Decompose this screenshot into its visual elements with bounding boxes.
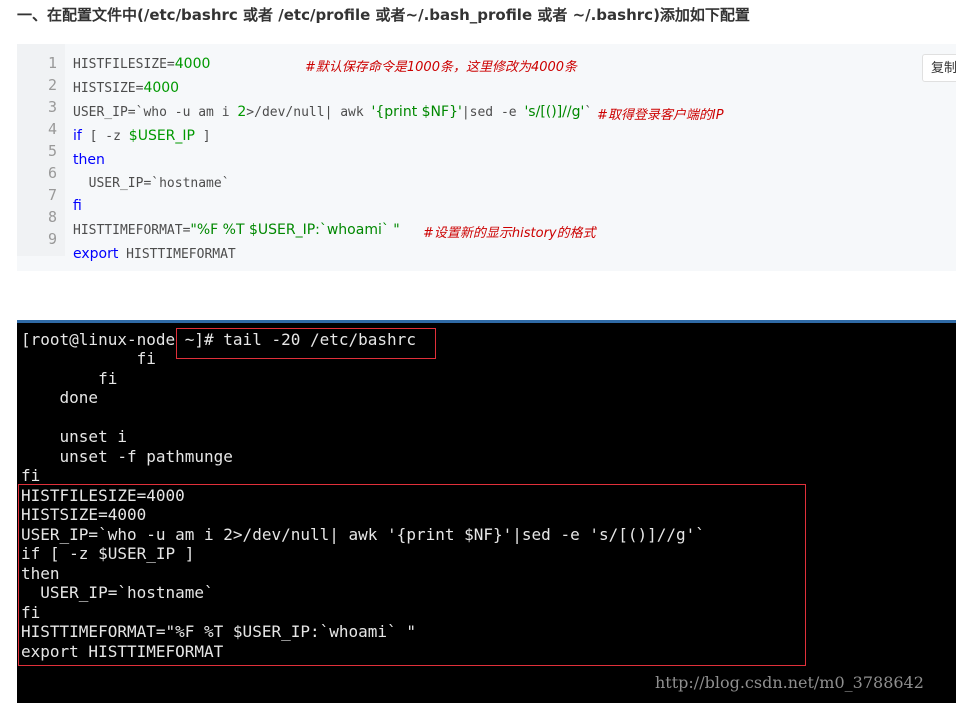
- code-text: >/dev/null| awk: [246, 105, 372, 120]
- terminal-screenshot: [root@linux-node ~]# tail -20 /etc/bashr…: [17, 320, 956, 703]
- code-text: USER_IP=`who -u am i: [73, 105, 238, 120]
- code-text: ]: [194, 129, 211, 144]
- code-line: HISTTIMEFORMAT="%F %T $USER_IP:`whoami` …: [73, 222, 400, 238]
- line-number: 5: [47, 142, 57, 160]
- terminal-line: fi: [21, 466, 41, 485]
- code-text: HISTFILESIZE=: [73, 57, 175, 72]
- code-number: 4000: [143, 80, 180, 96]
- code-keyword: export: [73, 246, 119, 262]
- code-line: HISTSIZE=4000: [73, 80, 179, 96]
- code-keyword: then: [73, 152, 105, 168]
- code-comment: #默认保存命令是1000条，这里修改为4000条: [305, 60, 578, 75]
- code-line: export HISTTIMEFORMAT: [73, 246, 236, 262]
- code-line: USER_IP=`hostname`: [73, 176, 230, 191]
- code-line: then: [73, 152, 105, 168]
- code-text: `: [584, 105, 593, 120]
- code-text: HISTTIMEFORMAT=: [73, 223, 191, 238]
- terminal-line: fi: [21, 369, 118, 388]
- code-string: 's/[()]//g': [524, 104, 585, 120]
- line-number: 4: [47, 120, 57, 138]
- code-text: [ -z: [81, 129, 129, 144]
- code-text: HISTSIZE=: [73, 81, 144, 96]
- code-text: HISTTIMEFORMAT: [118, 247, 236, 262]
- line-number: 3: [47, 98, 57, 116]
- line-number: 9: [47, 230, 57, 248]
- code-line: HISTFILESIZE=4000: [73, 56, 210, 72]
- code-variable: $USER_IP: [128, 128, 195, 144]
- line-number-gutter: 1 2 3 4 5 6 7 8 9: [17, 44, 65, 256]
- config-highlight-box: [18, 484, 806, 666]
- section-heading: 一、在配置文件中(/etc/bashrc 或者 /etc/profile 或者~…: [17, 6, 750, 24]
- code-text: |sed -e: [461, 105, 525, 120]
- line-number: 1: [47, 54, 57, 72]
- line-number: 8: [47, 208, 57, 226]
- code-string: '{print $NF}': [371, 104, 462, 120]
- copy-button[interactable]: 复制: [922, 54, 956, 82]
- terminal-line: unset -f pathmunge: [21, 447, 233, 466]
- code-keyword: if: [73, 128, 82, 144]
- watermark: http://blog.csdn.net/m0_3788642: [655, 673, 924, 692]
- terminal-line: unset i: [21, 427, 127, 446]
- code-line: USER_IP=`who -u am i 2>/dev/null| awk '{…: [73, 104, 592, 120]
- code-string: "%F %T $USER_IP:`whoami` ": [190, 222, 400, 238]
- terminal-line: done: [21, 388, 99, 407]
- code-keyword: fi: [73, 198, 82, 214]
- code-number: 2: [237, 104, 247, 120]
- terminal-line: fi: [21, 349, 156, 368]
- line-number: 7: [47, 186, 57, 204]
- code-comment: #设置新的显示history的格式: [423, 226, 596, 241]
- line-number: 6: [47, 164, 57, 182]
- line-number: 2: [47, 76, 57, 94]
- code-line: fi: [73, 198, 82, 214]
- code-line: if [ -z $USER_IP ]: [73, 128, 211, 144]
- command-highlight-box: [176, 328, 436, 359]
- code-number: 4000: [174, 56, 211, 72]
- code-block: 1 2 3 4 5 6 7 8 9 HISTFILESIZE=4000 #默认保…: [17, 44, 956, 271]
- code-comment: #取得登录客户端的IP: [597, 108, 724, 123]
